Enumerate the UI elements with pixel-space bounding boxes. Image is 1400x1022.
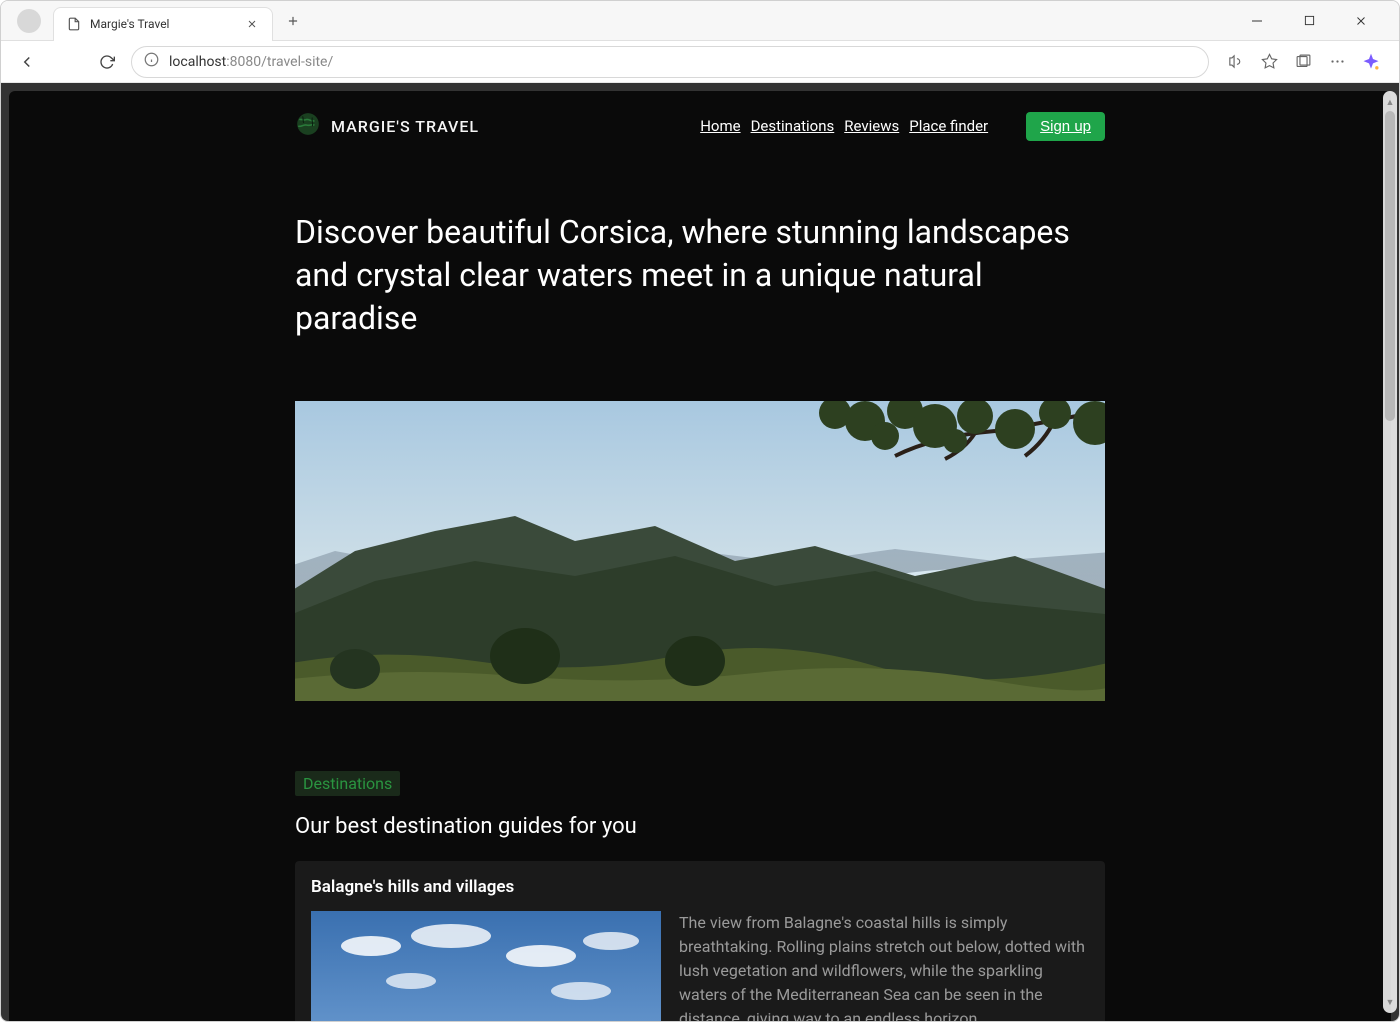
scroll-thumb[interactable]	[1385, 111, 1395, 421]
brand-name: MARGIE'S TRAVEL	[331, 117, 479, 136]
more-icon[interactable]	[1327, 52, 1347, 72]
profile-avatar[interactable]	[17, 9, 41, 33]
browser-tab[interactable]: Margie's Travel	[53, 7, 273, 41]
toolbar-right	[1217, 52, 1389, 72]
window-controls	[1239, 7, 1391, 35]
content-viewport[interactable]: MARGIE'S TRAVEL Home Destinations Review…	[1, 83, 1399, 1021]
logo[interactable]: MARGIE'S TRAVEL	[295, 111, 479, 141]
toolbar: localhost:8080/travel-site/	[1, 41, 1399, 83]
card-title: Balagne's hills and villages	[311, 877, 1089, 897]
hero-title: Discover beautiful Corsica, where stunni…	[295, 211, 1105, 341]
scroll-down-icon[interactable]: ▼	[1386, 995, 1395, 1009]
nav-reviews[interactable]: Reviews	[844, 117, 899, 135]
scroll-up-icon[interactable]: ▲	[1386, 95, 1395, 109]
titlebar: Margie's Travel	[1, 1, 1399, 41]
card-text: The view from Balagne's coastal hills is…	[679, 911, 1089, 1021]
signup-button[interactable]: Sign up	[1026, 112, 1105, 141]
maximize-button[interactable]	[1291, 7, 1327, 35]
close-tab-icon[interactable]	[244, 16, 260, 32]
back-button[interactable]	[11, 46, 43, 78]
nav-home[interactable]: Home	[700, 117, 740, 135]
card-body: The view from Balagne's coastal hills is…	[311, 911, 1089, 1021]
site-header: MARGIE'S TRAVEL Home Destinations Review…	[295, 111, 1105, 141]
refresh-button[interactable]	[91, 46, 123, 78]
scrollbar[interactable]: ▲ ▼	[1383, 91, 1397, 1013]
site-info-icon[interactable]	[144, 52, 159, 71]
card-image	[311, 911, 661, 1021]
nav-destinations[interactable]: Destinations	[751, 117, 835, 135]
site-nav: Home Destinations Reviews Place finder S…	[700, 112, 1105, 141]
globe-icon	[295, 111, 321, 141]
browser-window: Margie's Travel	[0, 0, 1400, 1022]
favorites-icon[interactable]	[1259, 52, 1279, 72]
tab-title: Margie's Travel	[90, 17, 169, 31]
address-bar[interactable]: localhost:8080/travel-site/	[131, 46, 1209, 78]
section-title: Our best destination guides for you	[295, 814, 1105, 839]
url-text: localhost:8080/travel-site/	[169, 54, 333, 70]
nav-place-finder[interactable]: Place finder	[909, 117, 988, 135]
hero-image	[295, 401, 1105, 701]
page-icon	[66, 16, 82, 32]
copilot-icon[interactable]	[1361, 52, 1381, 72]
close-window-button[interactable]	[1343, 7, 1379, 35]
read-aloud-icon[interactable]	[1225, 52, 1245, 72]
minimize-button[interactable]	[1239, 7, 1275, 35]
page: MARGIE'S TRAVEL Home Destinations Review…	[9, 91, 1391, 1021]
collections-icon[interactable]	[1293, 52, 1313, 72]
section-tag: Destinations	[295, 771, 400, 796]
destination-card[interactable]: Balagne's hills and villages	[295, 861, 1105, 1021]
new-tab-button[interactable]	[279, 7, 307, 35]
